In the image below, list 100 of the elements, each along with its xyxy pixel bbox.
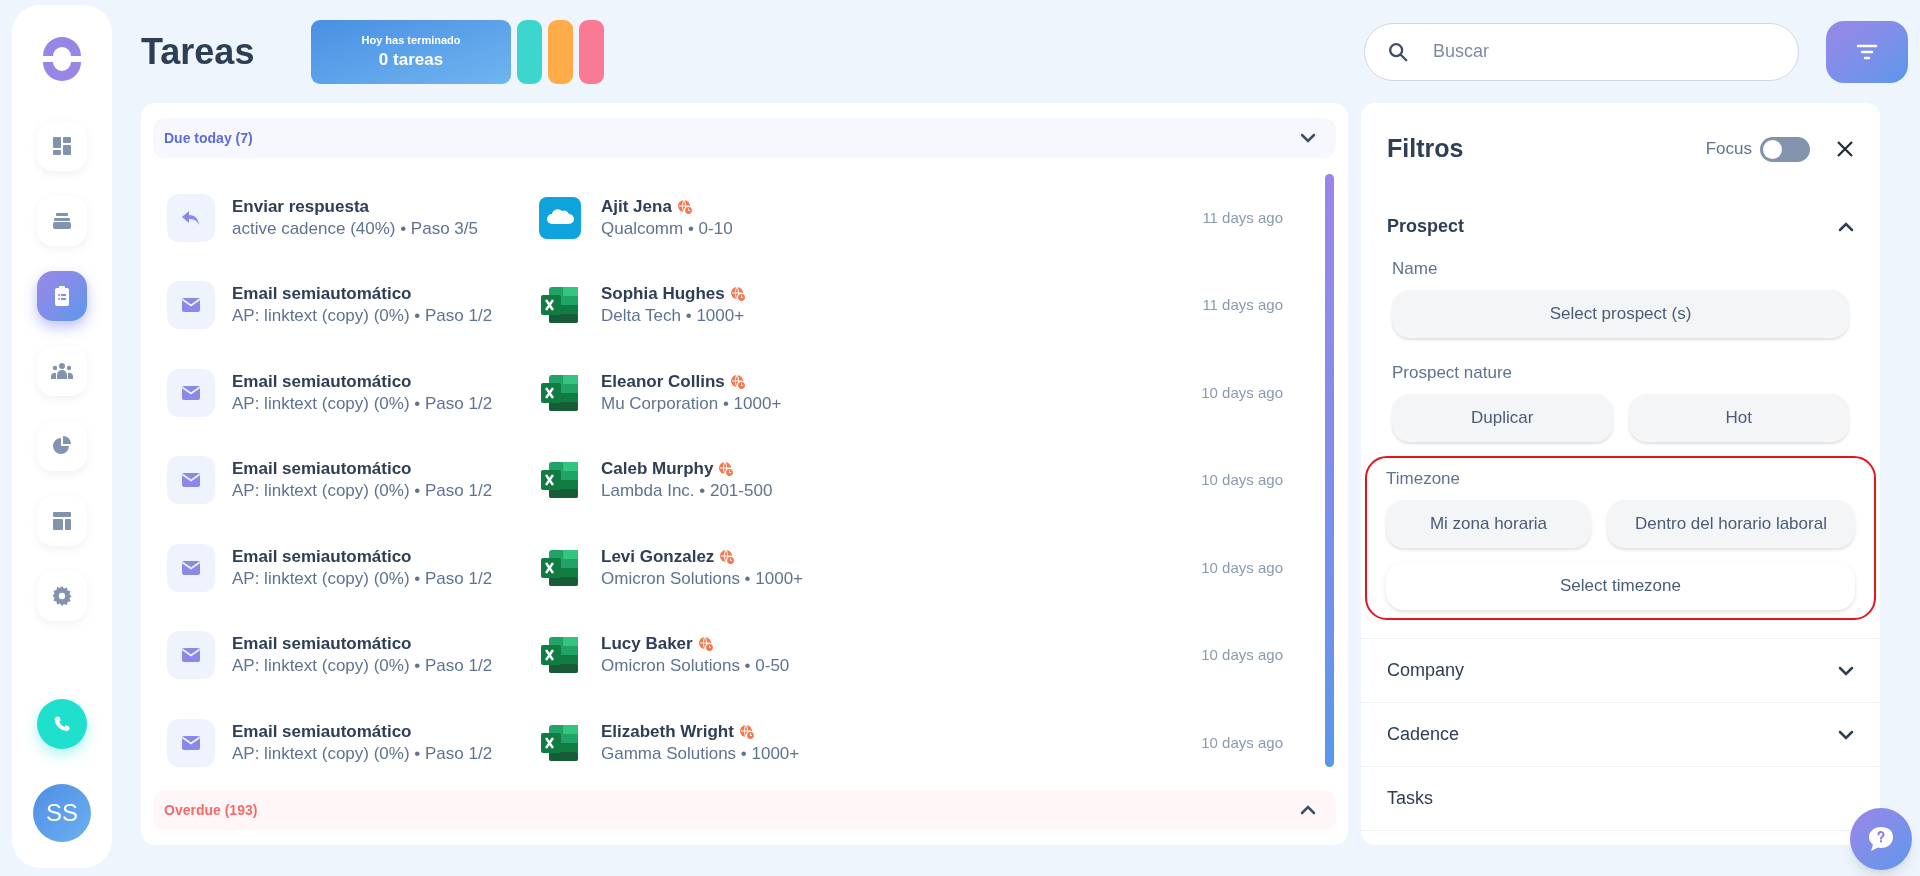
- settings-icon: [50, 584, 74, 608]
- filter-section-title: Prospect: [1387, 215, 1465, 238]
- sidebar-nav-button[interactable]: [37, 421, 87, 471]
- sidebar-nav-button[interactable]: [37, 346, 87, 396]
- filter-section-title: Tasks: [1387, 787, 1433, 810]
- chevron-up-icon: [1300, 805, 1316, 815]
- completed-label: Hoy has terminado: [361, 33, 461, 49]
- contact-name: Elizabeth Wright: [601, 720, 734, 743]
- task-title: Enviar respuesta: [232, 195, 370, 218]
- search-icon: [1387, 40, 1409, 63]
- task-row[interactable]: Email semiautomático AP: linktext (copy) (0%) • Paso 1/2 Lucy Baker Omicron Solutions • 0-50 10 days ago: [153, 611, 1319, 699]
- task-age: 11 days ago: [1202, 295, 1283, 315]
- contact-name: Ajit Jena: [601, 195, 672, 218]
- section-label: Overdue (193): [164, 800, 258, 820]
- chevron-down-icon: [1300, 133, 1316, 143]
- chevron-up-icon: [1838, 221, 1854, 232]
- envelope-icon: [181, 734, 201, 751]
- filter-option-button[interactable]: Duplicar: [1392, 394, 1613, 442]
- sidebar-nav-button[interactable]: [37, 271, 87, 321]
- task-subtitle: AP: linktext (copy) (0%) • Paso 1/2: [232, 305, 494, 328]
- contact-name: Caleb Murphy: [601, 458, 714, 481]
- filter-section-header[interactable]: Tasks: [1361, 767, 1880, 830]
- help-chat-button[interactable]: [1850, 808, 1912, 870]
- close-icon: [1836, 140, 1854, 158]
- company-info: Delta Tech • 1000+: [601, 305, 746, 328]
- globe-clock-icon: [718, 461, 735, 478]
- globe-clock-icon: [676, 198, 693, 215]
- globe-clock-icon: [738, 723, 755, 740]
- chevron-down-icon: [1838, 665, 1854, 676]
- due-today-section-header[interactable]: Due today (7): [153, 118, 1336, 158]
- dashboard-icon: [50, 134, 74, 158]
- task-subtitle: active cadence (40%) • Paso 3/5: [232, 217, 479, 240]
- task-subtitle: AP: linktext (copy) (0%) • Paso 1/2: [232, 392, 494, 415]
- filter-section-title: Company: [1387, 659, 1465, 682]
- search-field[interactable]: Buscar: [1364, 22, 1799, 81]
- filter-section-header[interactable]: Cadence: [1361, 703, 1880, 766]
- filter-section-title: Cadence: [1387, 723, 1460, 746]
- task-age: 10 days ago: [1201, 645, 1283, 665]
- sidebar-nav-button[interactable]: [37, 196, 87, 246]
- filter-panel-title: Filtros: [1387, 133, 1464, 165]
- task-row[interactable]: Email semiautomático AP: linktext (copy) (0%) • Paso 1/2 Caleb Murphy Lambda Inc. • 201-500 10 days ago: [153, 436, 1319, 524]
- filter-option-button[interactable]: Select prospect (s): [1392, 290, 1849, 338]
- task-subtitle: AP: linktext (copy) (0%) • Paso 1/2: [232, 567, 494, 590]
- question-chat-icon: [1866, 825, 1896, 853]
- task-title: Email semiautomático: [232, 720, 413, 743]
- filter-option-button[interactable]: Mi zona horaria: [1386, 500, 1591, 548]
- filter-option-button[interactable]: Select timezone: [1386, 562, 1855, 610]
- globe-clock-icon: [697, 636, 714, 653]
- task-row[interactable]: Enviar respuesta active cadence (40%) • Paso 3/5 Ajit Jena Qualcomm • 0-10 11 days ago: [153, 174, 1319, 262]
- task-row[interactable]: Email semiautomático AP: linktext (copy) (0%) • Paso 1/2 Levi Gonzalez Omicron Solutions • 1000+ 10 days ago: [153, 524, 1319, 612]
- task-subtitle: AP: linktext (copy) (0%) • Paso 1/2: [232, 480, 494, 503]
- filter-button[interactable]: [1826, 20, 1908, 83]
- company-info: Lambda Inc. • 201-500: [601, 480, 774, 503]
- search-input[interactable]: Buscar: [1433, 38, 1753, 65]
- task-title: Email semiautomático: [232, 283, 413, 306]
- focus-label: Focus: [1705, 138, 1752, 161]
- contact-name: Sophia Hughes: [601, 283, 725, 306]
- company-info: Mu Corporation • 1000+: [601, 392, 783, 415]
- filter-section-header[interactable]: Prospect: [1361, 195, 1880, 258]
- task-row[interactable]: Email semiautomático AP: linktext (copy) (0%) • Paso 1/2 Sophia Hughes Delta Tech • 1000+ 11 days ago: [153, 261, 1319, 349]
- sidebar-nav-button[interactable]: [37, 571, 87, 621]
- envelope-icon: [181, 297, 201, 314]
- filter-group-label: Name: [1392, 258, 1439, 281]
- page-title: Tareas: [141, 29, 256, 74]
- sidebar-nav-button[interactable]: [37, 121, 87, 171]
- filter-section-header[interactable]: Company: [1361, 639, 1880, 702]
- task-title: Email semiautomático: [232, 633, 413, 656]
- task-row[interactable]: Email semiautomático AP: linktext (copy) (0%) • Paso 1/2 Elizabeth Wright Gamma Solutions • 1000+ 10 days ago: [153, 699, 1319, 787]
- company-info: Qualcomm • 0-10: [601, 217, 734, 240]
- sidebar-nav-button[interactable]: [37, 496, 87, 546]
- company-info: Omicron Solutions • 1000+: [601, 567, 805, 590]
- contact-name: Lucy Baker: [601, 633, 693, 656]
- task-subtitle: AP: linktext (copy) (0%) • Paso 1/2: [232, 655, 494, 678]
- task-subtitle: AP: linktext (copy) (0%) • Paso 1/2: [232, 742, 494, 765]
- task-age: 10 days ago: [1201, 732, 1283, 753]
- task-row[interactable]: Email semiautomático AP: linktext (copy) (0%) • Paso 1/2 Eleanor Collins Mu Corporation • 1000+ 10 days ago: [153, 349, 1319, 437]
- reply-arrow-icon: [181, 208, 201, 227]
- contact-name: Levi Gonzalez: [601, 545, 715, 568]
- globe-clock-icon: [729, 373, 746, 390]
- envelope-icon: [181, 647, 201, 664]
- task-title: Email semiautomático: [232, 458, 413, 481]
- task-title: Email semiautomático: [232, 370, 413, 393]
- scrollbar-thumb[interactable]: [1325, 174, 1334, 767]
- focus-toggle[interactable]: [1760, 136, 1810, 162]
- contact-name: Eleanor Collins: [601, 370, 725, 393]
- filter-option-button[interactable]: Dentro del horario laboral: [1607, 500, 1855, 548]
- completed-count: 0 tareas: [378, 48, 444, 71]
- company-info: Omicron Solutions • 0-50: [601, 655, 791, 678]
- globe-clock-icon: [729, 286, 746, 303]
- task-age: 10 days ago: [1201, 470, 1283, 490]
- envelope-icon: [181, 384, 201, 401]
- filter-group-label: Prospect nature: [1392, 362, 1513, 385]
- task-title: Email semiautomático: [232, 545, 413, 568]
- section-label: Due today (7): [164, 128, 253, 148]
- envelope-icon: [181, 559, 201, 576]
- call-button[interactable]: [37, 699, 87, 749]
- cloud-logo-icon: [539, 196, 581, 239]
- filter-option-button[interactable]: Hot: [1628, 394, 1849, 442]
- company-info: Gamma Solutions • 1000+: [601, 742, 801, 765]
- filter-group-label: Timezone: [1386, 468, 1461, 491]
